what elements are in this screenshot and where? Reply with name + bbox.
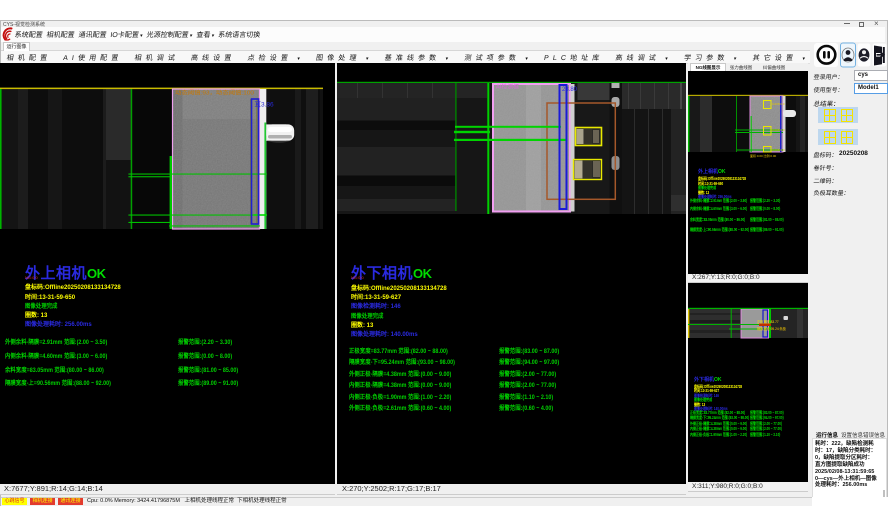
svg-text:面积:0.00 比例:0.00: 面积:0.00 比例:0.00 <box>750 153 777 158</box>
svg-text:23.80: 23.80 <box>562 87 578 93</box>
svg-text:正极宽度:83.77: 正极宽度:83.77 <box>757 319 779 324</box>
svg-text:0.006:0.0: 0.006:0.0 <box>772 128 785 132</box>
svg-text:动态阈值:93，动态阈值:100: 动态阈值:93，动态阈值:100 <box>175 89 254 97</box>
svg-text:AI检测框: AI检测框 <box>496 83 520 91</box>
svg-text:耳3.86: 耳3.86 <box>255 101 275 109</box>
svg-text:隔膜宽度:95.24:负极: 隔膜宽度:95.24:负极 <box>757 326 787 331</box>
svg-text:0.006:0.0: 0.006:0.0 <box>772 148 785 152</box>
svg-text:0.006:0.0: 0.006:0.0 <box>772 102 785 106</box>
